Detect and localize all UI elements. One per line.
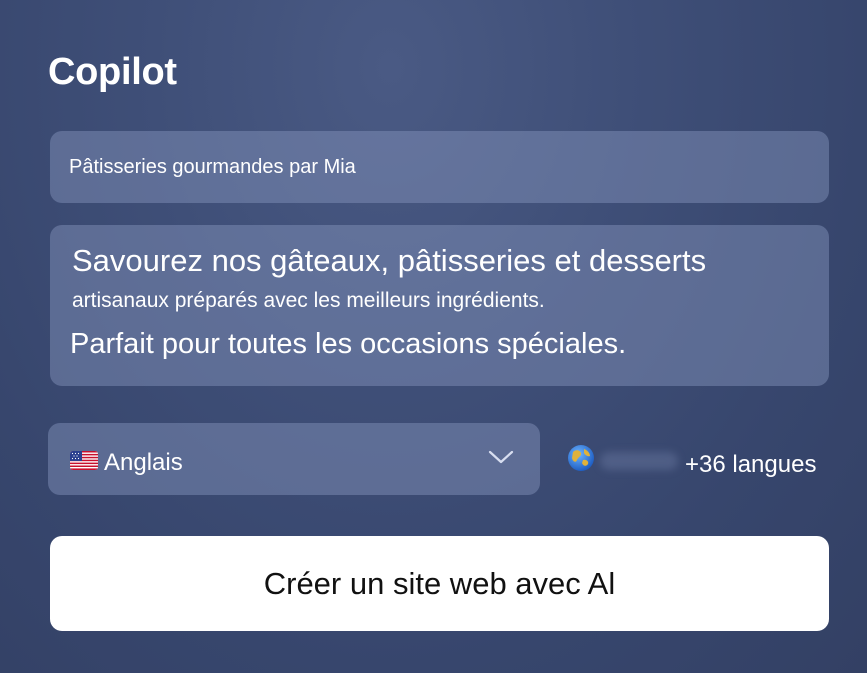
site-name-field[interactable]: Pâtisseries gourmandes par Mia (50, 131, 829, 203)
description-line-2: artisanaux préparés avec les meilleurs i… (72, 289, 545, 312)
us-flag-icon (70, 451, 98, 470)
language-select[interactable]: Anglais (48, 423, 540, 495)
globe-icon (566, 443, 596, 473)
chevron-down-icon (488, 449, 514, 465)
description-line-1: Savourez nos gâteaux, pâtisseries et des… (72, 243, 707, 278)
create-website-button[interactable]: Créer un site web avec Al (50, 536, 829, 631)
description-field[interactable]: Savourez nos gâteaux, pâtisseries et des… (50, 225, 829, 386)
page-title: Copilot (48, 51, 177, 93)
description-line-3: Parfait pour toutes les occasions spécia… (70, 328, 627, 360)
site-name-value: Pâtisseries gourmandes par Mia (69, 155, 356, 178)
language-flags-strip (600, 452, 678, 470)
more-languages-label: +36 langues (685, 451, 817, 478)
language-select-value: Anglais (104, 449, 183, 476)
